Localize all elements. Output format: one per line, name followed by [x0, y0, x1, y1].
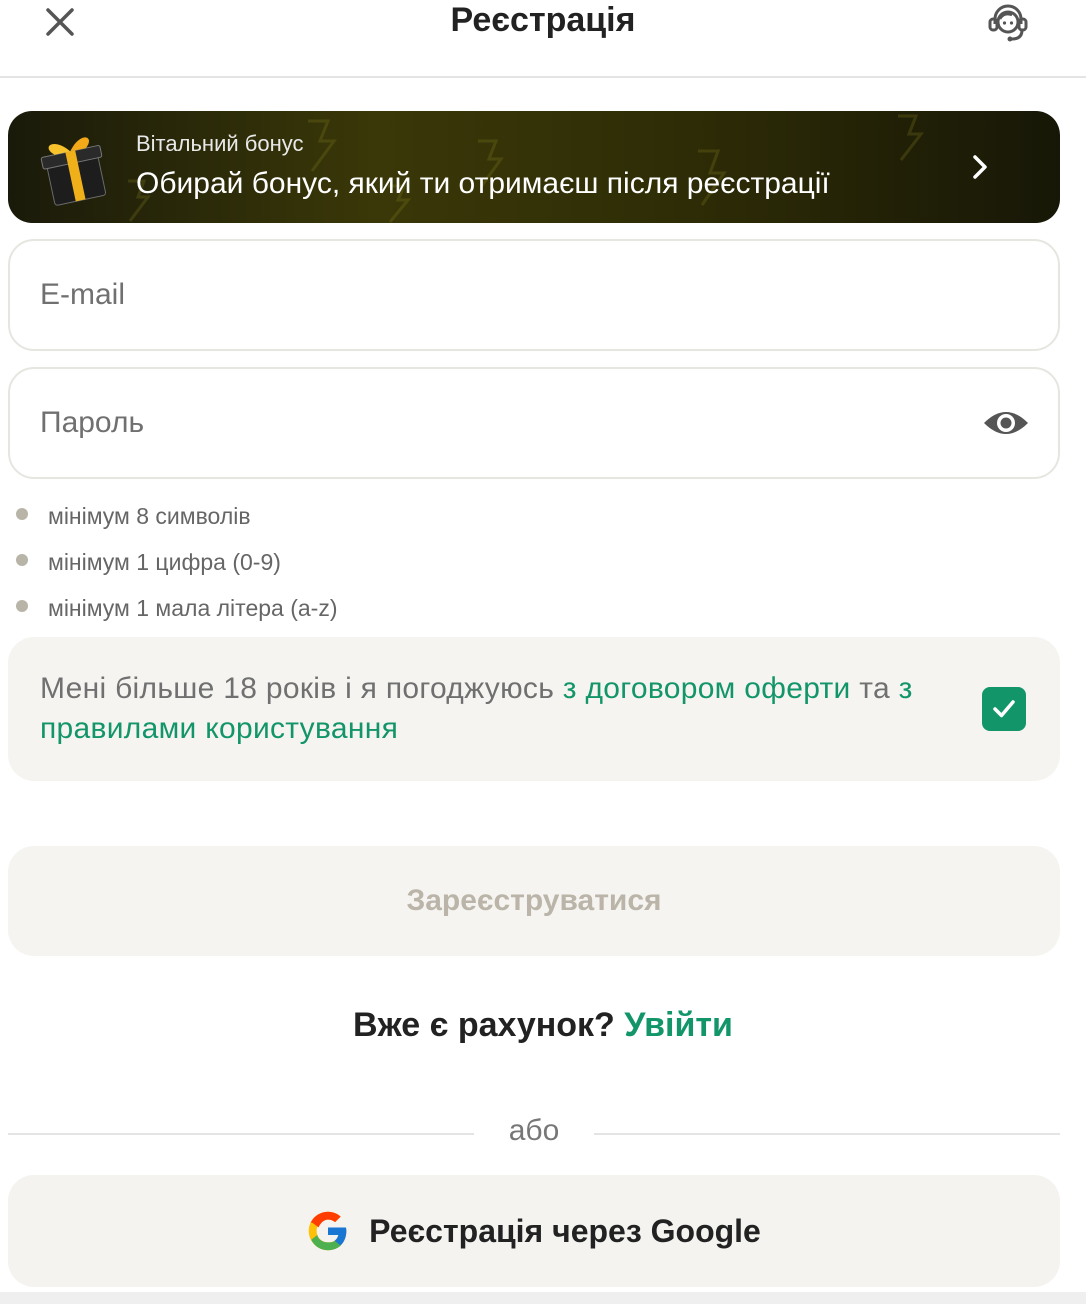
gift-icon — [40, 137, 107, 206]
rule-bullet — [16, 508, 28, 520]
checkmark-icon — [993, 700, 1015, 718]
consent-text-between: та — [850, 672, 899, 705]
password-rule: мінімум 1 мала літера (a-z) — [16, 588, 337, 634]
google-signup-button[interactable]: Реєстрація через Google — [8, 1175, 1060, 1287]
divider-line — [594, 1133, 1060, 1135]
login-prompt: Вже є рахунок? — [353, 1006, 615, 1044]
eye-icon[interactable] — [982, 405, 1030, 441]
consent-checkbox[interactable] — [982, 687, 1026, 731]
password-rules: мінімум 8 символів мінімум 1 цифра (0-9)… — [16, 496, 337, 634]
rule-bullet — [16, 600, 28, 612]
login-prompt-row: Вже є рахунок? Увійти — [0, 1006, 1086, 1045]
chevron-right-icon — [973, 155, 987, 179]
headset-icon — [988, 4, 1028, 42]
register-button[interactable]: Зареєструватися — [8, 846, 1060, 956]
rule-bullet — [16, 554, 28, 566]
password-input[interactable] — [40, 369, 940, 477]
consent-text: Мені більше 18 років і я погоджуюсь з до… — [40, 669, 980, 749]
divider-label: або — [508, 1114, 560, 1147]
password-field[interactable] — [8, 367, 1060, 479]
email-field[interactable] — [8, 239, 1060, 351]
bonus-headline: Обирай бонус, який ти отримаєш після реє… — [136, 167, 830, 200]
bonus-kicker: Вітальний бонус — [136, 131, 304, 156]
google-icon — [308, 1211, 347, 1251]
password-rule: мінімум 1 цифра (0-9) — [16, 542, 337, 588]
welcome-bonus-banner[interactable]: Вітальний бонус Обирай бонус, який ти от… — [8, 111, 1060, 223]
top-bar: Реєстрація — [0, 0, 1086, 78]
google-signup-label: Реєстрація через Google — [369, 1212, 761, 1249]
rule-text: мінімум 1 цифра (0-9) — [48, 548, 281, 575]
or-divider: або — [8, 1112, 1060, 1156]
email-input[interactable] — [40, 241, 940, 349]
consent-text-before: Мені більше 18 років і я погоджуюсь — [40, 672, 563, 705]
age-consent-panel: Мені більше 18 років і я погоджуюсь з до… — [8, 637, 1060, 781]
bottom-edge — [0, 1292, 1086, 1304]
login-link[interactable]: Увійти — [624, 1006, 733, 1044]
rule-text: мінімум 1 мала літера (a-z) — [48, 594, 338, 621]
page-title: Реєстрація — [450, 1, 636, 39]
password-rule: мінімум 8 символів — [16, 496, 337, 542]
rule-text: мінімум 8 символів — [48, 502, 251, 529]
support-button[interactable] — [982, 0, 1034, 46]
offer-agreement-link[interactable]: з договором оферти — [563, 672, 851, 705]
